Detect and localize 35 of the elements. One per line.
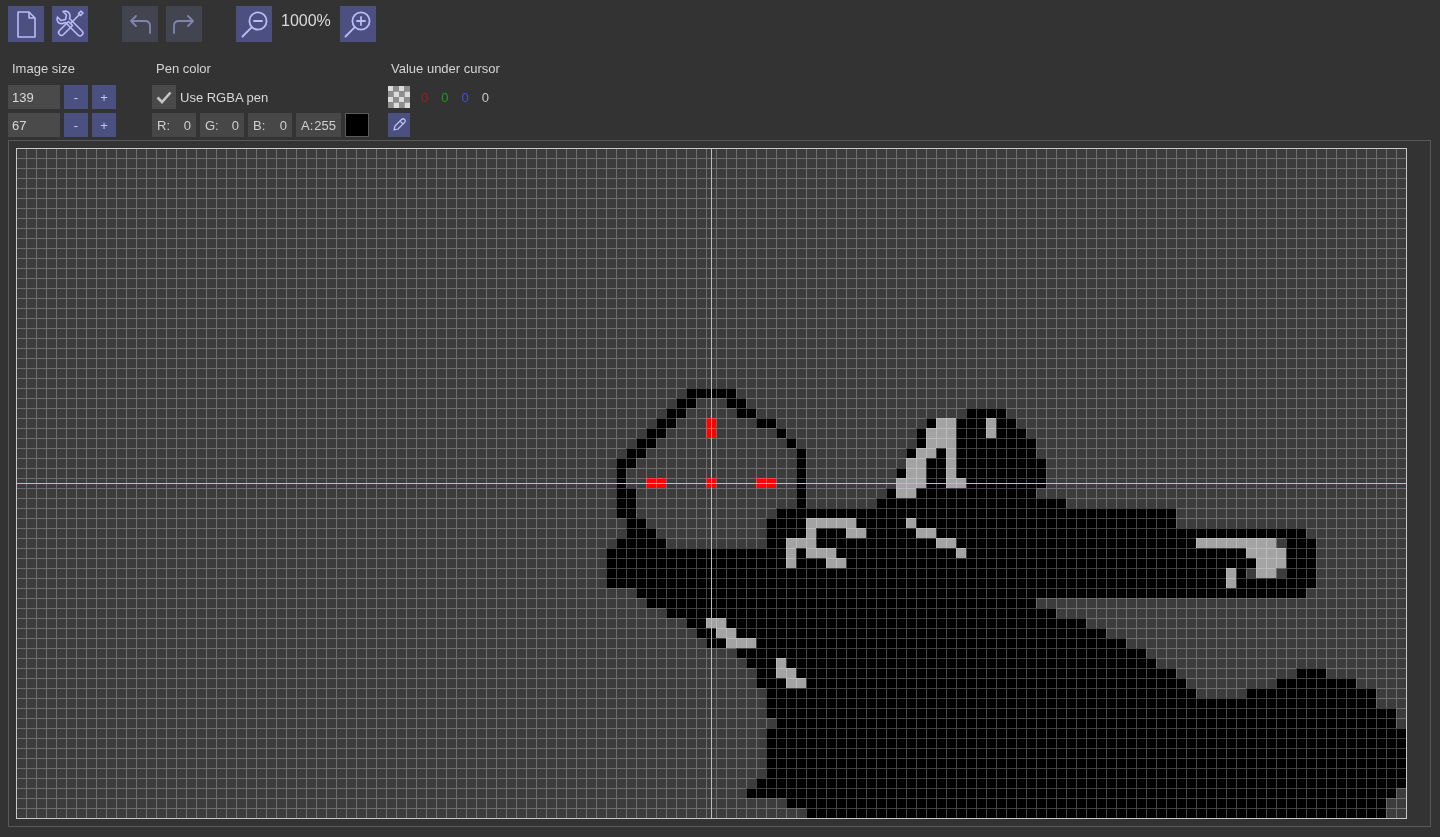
channel-value-text: 0 [461,89,469,105]
new-file-button[interactable] [8,6,44,42]
section-title: Pen color [155,60,212,78]
size-input-field[interactable]: 67 [8,113,60,137]
section-title: Value under cursor [390,60,500,78]
channel-value-text: 0 [481,89,489,105]
document-icon [16,10,36,38]
color-swatch-icon[interactable] [345,113,369,137]
size-input-field[interactable]: 139 [8,85,60,109]
pencil-icon [392,118,406,132]
channel-field[interactable]: A:255 [296,113,341,137]
zoom-in-icon [344,10,372,38]
checkbox[interactable] [152,85,176,109]
decrement-button[interactable]: - [64,113,88,137]
curved-left-arrow-icon [128,14,152,34]
increment-button[interactable]: + [92,85,116,109]
increment-button[interactable]: + [92,113,116,137]
checkbox-label[interactable]: Use RGBA pen [180,89,269,105]
channel-field[interactable]: R: 0 [152,113,196,137]
tools-button[interactable] [52,6,88,42]
channel-field[interactable]: G: 0 [200,113,244,137]
wrench-screwdriver-icon [56,10,84,38]
curved-right-arrow-icon [172,14,196,34]
zoom-level-text: 1000% [280,11,332,31]
color-picker-button[interactable] [388,113,410,137]
channel-field[interactable]: B: 0 [248,113,292,137]
check-icon [156,90,172,104]
decrement-button[interactable]: - [64,85,88,109]
channel-value-text: 0 [441,89,449,105]
channel-value-text: 0 [421,89,429,105]
zoom-out-icon [240,10,268,38]
transparency-swatch-icon [388,86,410,108]
zoom-out-button[interactable] [236,6,272,42]
section-title: Image size [11,60,76,78]
zoom-in-button[interactable] [339,6,376,42]
